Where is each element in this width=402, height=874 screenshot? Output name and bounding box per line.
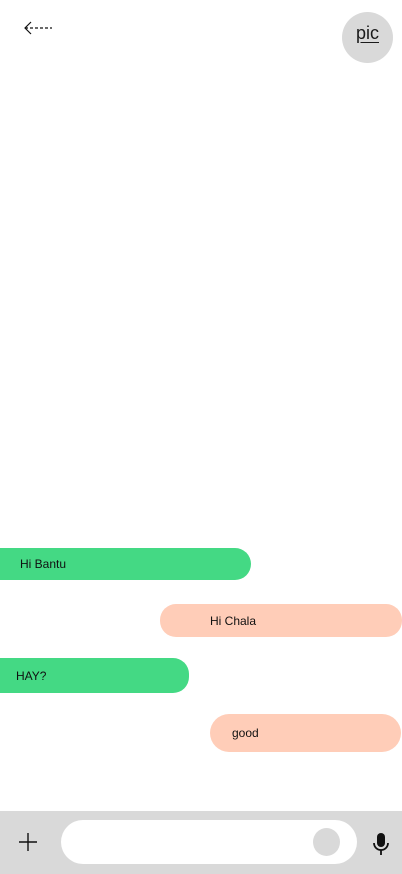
avatar[interactable]: pic <box>342 12 393 63</box>
avatar-label: pic <box>355 23 379 43</box>
message-text: Hi Chala <box>210 613 257 628</box>
attach-button[interactable] <box>17 831 39 853</box>
message-text: good <box>232 726 259 740</box>
message-bubble-outgoing: good <box>210 714 401 752</box>
message-bubble-incoming: HAY? <box>0 658 189 693</box>
message-text: HAY? <box>16 668 47 683</box>
microphone-icon <box>373 833 389 855</box>
mic-button[interactable] <box>372 832 390 856</box>
message-input[interactable] <box>61 820 357 864</box>
back-button[interactable] <box>22 16 56 40</box>
composer-bar <box>0 811 402 874</box>
message-text: Hi Bantu <box>20 557 67 571</box>
emoji-button[interactable] <box>313 828 340 856</box>
plus-icon <box>19 833 37 851</box>
message-bubble-incoming: Hi Bantu <box>0 548 251 580</box>
back-arrow-icon <box>24 21 52 35</box>
message-bubble-outgoing: Hi Chala <box>160 604 402 637</box>
